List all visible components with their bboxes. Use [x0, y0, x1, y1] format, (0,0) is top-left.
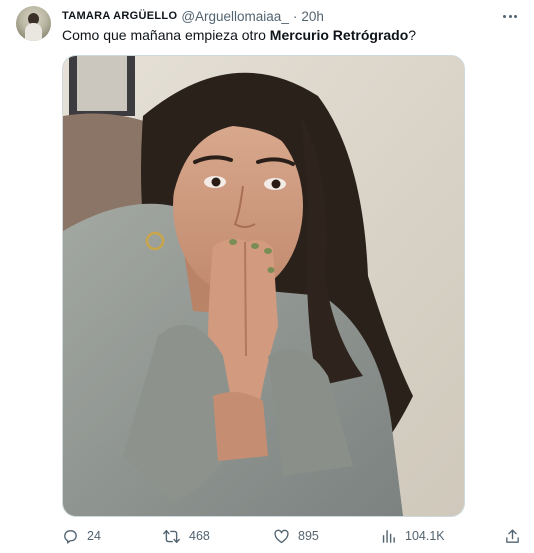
like-button[interactable]: 895	[273, 524, 319, 548]
views-count: 104.1K	[405, 529, 445, 543]
separator-dot: ·	[292, 8, 298, 24]
retweet-icon	[163, 529, 180, 543]
reply-button[interactable]: 24	[62, 524, 101, 548]
views-button[interactable]: 104.1K	[380, 524, 445, 548]
tweet-photo[interactable]	[62, 55, 465, 517]
share-icon	[506, 528, 519, 543]
author-name[interactable]: TAMARA ARGÜELLO	[62, 10, 177, 22]
photo-illustration	[63, 56, 464, 516]
tweet-text-start: Como que mañana empieza otro	[62, 27, 270, 43]
tweet-text-end: ?	[408, 27, 417, 43]
share-button[interactable]	[504, 524, 521, 548]
tweet-text: Como que mañana empieza otro Mercurio Re…	[62, 26, 522, 44]
author-handle[interactable]: @Arguellomaiaa_	[181, 9, 289, 24]
retweet-count: 468	[189, 529, 210, 543]
tweet-actions: 24 468 895 104.1K	[62, 524, 528, 548]
more-options-icon[interactable]	[498, 6, 522, 26]
tweet-timestamp[interactable]: 20h	[301, 9, 324, 24]
views-chart-icon	[382, 529, 395, 543]
like-count: 895	[298, 529, 319, 543]
tweet[interactable]: TAMARA ARGÜELLO @Arguellomaiaa_ · 20h Co…	[0, 0, 534, 553]
heart-icon	[274, 529, 289, 543]
retweet-button[interactable]: 468	[162, 524, 210, 548]
tweet-header: TAMARA ARGÜELLO @Arguellomaiaa_ · 20h	[62, 6, 522, 26]
avatar[interactable]	[16, 6, 51, 41]
avatar-figure-body	[25, 23, 42, 41]
reply-icon	[64, 529, 77, 544]
reply-count: 24	[87, 529, 101, 543]
tweet-text-bold: Mercurio Retrógrado	[269, 27, 409, 43]
